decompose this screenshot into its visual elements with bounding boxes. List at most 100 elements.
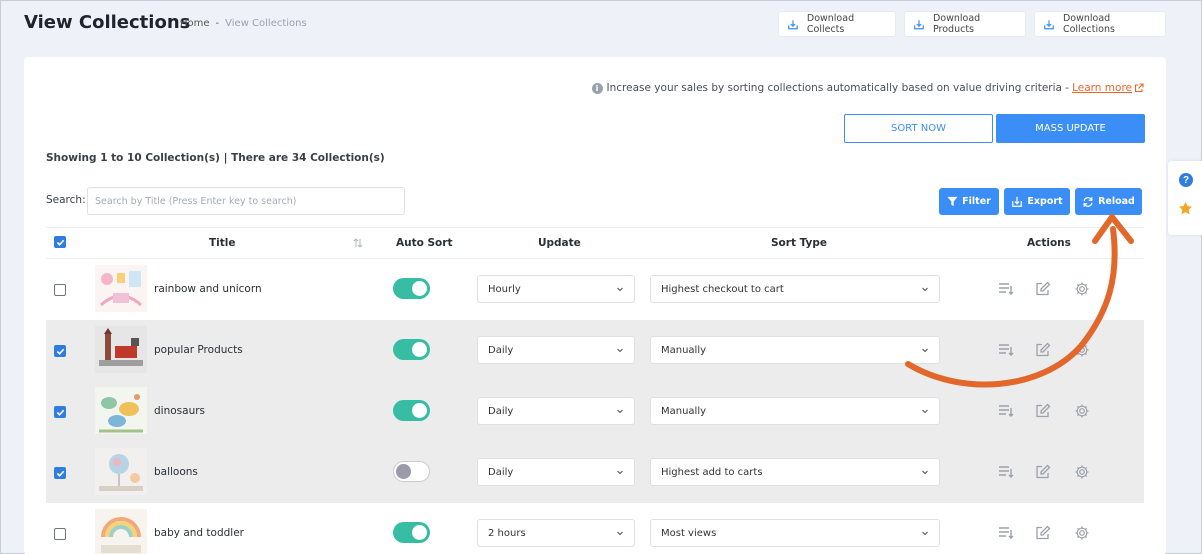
update-select[interactable]: 2 hours [477,519,635,547]
table-row: baby and toddler 2 hours Most views [46,503,1144,554]
gear-icon[interactable] [1074,525,1090,541]
update-select[interactable]: Daily [477,397,635,425]
update-value: Hourly [488,283,521,295]
gear-icon[interactable] [1074,342,1090,358]
sort-list-icon[interactable] [998,281,1014,297]
showing-count: Showing 1 to 10 Collection(s) | There ar… [46,152,385,164]
update-value: Daily [488,344,514,356]
collection-name[interactable]: balloons [154,466,198,478]
header-title: Title [209,237,236,249]
update-value: Daily [488,405,514,417]
search-input[interactable] [87,187,405,215]
collection-name[interactable]: popular Products [154,344,243,356]
floating-sidebar: ? [1168,161,1202,235]
table-row: rainbow and unicorn Hourly Highest check… [46,259,1144,320]
gear-icon[interactable] [1074,403,1090,419]
header-auto-sort: Auto Sort [396,237,453,249]
collection-name[interactable]: dinosaurs [154,405,205,417]
download-collects-button[interactable]: Download Collects [778,11,896,37]
page-header: View Collections Home - View Collections D… [1,1,1201,51]
sort-list-icon[interactable] [998,403,1014,419]
sort-list-icon[interactable] [998,464,1014,480]
sort-list-icon[interactable] [998,342,1014,358]
edit-icon[interactable] [1035,464,1051,480]
sort-type-select[interactable]: Highest checkout to cart [650,275,940,303]
collection-thumbnail [95,448,147,495]
star-icon[interactable] [1178,201,1193,216]
info-icon: i [591,82,603,94]
chevron-down-icon [617,348,623,353]
update-select[interactable]: Hourly [477,275,635,303]
chevron-down-icon [922,470,928,475]
breadcrumb-home[interactable]: Home [180,18,210,29]
download-products-label: Download Products [932,13,981,35]
download-icon [1044,19,1054,29]
edit-icon[interactable] [1035,403,1051,419]
header-update: Update [538,237,581,249]
select-all-checkbox[interactable] [54,236,66,248]
filter-label: Filter [962,196,991,207]
breadcrumb: Home - View Collections [180,18,307,29]
download-collections-button[interactable]: Download Collections [1034,11,1166,37]
row-checkbox[interactable] [54,345,66,357]
collection-name[interactable]: rainbow and unicorn [154,283,262,295]
auto-sort-toggle[interactable] [393,278,430,299]
update-select[interactable]: Daily [477,458,635,486]
header-sort-type: Sort Type [771,237,828,249]
sort-arrows-icon[interactable] [353,238,363,251]
sort-type-value: Highest checkout to cart [661,283,784,295]
sort-type-value: Manually [661,344,707,356]
update-value: 2 hours [488,527,526,539]
sort-type-select[interactable]: Highest add to carts [650,458,940,486]
search-label: Search: [46,194,86,206]
auto-sort-toggle[interactable] [393,339,430,360]
help-icon[interactable]: ? [1179,173,1193,187]
table-row: dinosaurs Daily Manually [46,381,1144,442]
row-checkbox[interactable] [54,467,66,479]
collection-name[interactable]: baby and toddler [154,527,244,539]
header-actions: Actions [1027,237,1071,249]
download-products-button[interactable]: Download Products [904,11,1026,37]
breadcrumb-separator: - [215,18,220,29]
row-checkbox[interactable] [54,406,66,418]
collection-thumbnail [95,509,147,554]
filter-button[interactable]: Filter [939,188,999,215]
sort-now-button[interactable]: SORT NOW [844,114,993,143]
edit-icon[interactable] [1035,525,1051,541]
sort-type-select[interactable]: Manually [650,336,940,364]
collection-thumbnail [95,387,147,434]
collection-thumbnail [95,265,147,312]
chevron-down-icon [617,470,623,475]
chevron-down-icon [617,531,623,536]
sort-type-select[interactable]: Manually [650,397,940,425]
table-row: balloons Daily Highest add to carts [46,442,1144,503]
edit-icon[interactable] [1035,281,1051,297]
mass-update-button[interactable]: MASS UPDATE [996,114,1145,143]
gear-icon[interactable] [1074,281,1090,297]
chevron-down-icon [617,287,623,292]
table-row: popular Products Daily Manually [46,320,1144,381]
export-label: Export [1027,196,1063,207]
reload-button[interactable]: Reload [1075,188,1142,215]
auto-sort-toggle[interactable] [393,461,430,482]
sort-list-icon[interactable] [998,525,1014,541]
auto-sort-toggle[interactable] [393,522,430,543]
chevron-down-icon [617,409,623,414]
gear-icon[interactable] [1074,464,1090,480]
edit-icon[interactable] [1035,342,1051,358]
info-banner: i Increase your sales by sorting collect… [591,82,1144,94]
download-icon [914,19,924,29]
learn-more-link[interactable]: Learn more [1072,82,1132,94]
row-checkbox[interactable] [54,284,66,296]
sort-type-value: Most views [661,527,717,539]
export-button[interactable]: Export [1004,188,1070,215]
filter-icon [947,196,958,207]
row-checkbox[interactable] [54,528,66,540]
chevron-down-icon [922,531,928,536]
table-header: Title Auto Sort Update Sort Type Actions [46,227,1144,259]
download-collects-label: Download Collects [806,13,855,35]
update-select[interactable]: Daily [477,336,635,364]
auto-sort-toggle[interactable] [393,400,430,421]
chevron-down-icon [922,409,928,414]
sort-type-select[interactable]: Most views [650,519,940,547]
